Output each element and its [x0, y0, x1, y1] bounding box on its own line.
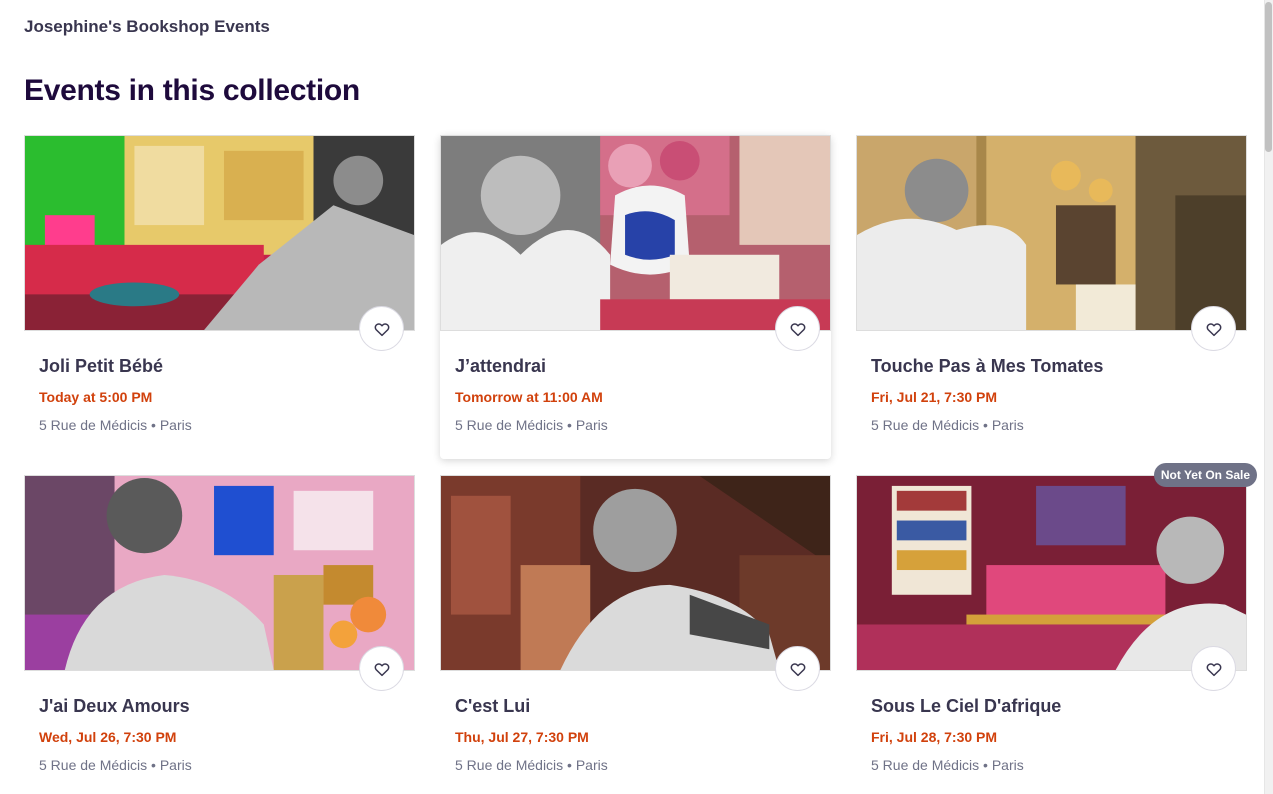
- favorite-button[interactable]: [359, 646, 404, 691]
- favorite-button[interactable]: [775, 306, 820, 351]
- heart-outline-icon: [1206, 662, 1221, 676]
- event-card[interactable]: J'ai Deux Amours Wed, Jul 26, 7:30 PM 5 …: [24, 475, 415, 794]
- event-title[interactable]: Touche Pas à Mes Tomates: [871, 356, 1103, 377]
- event-date: Fri, Jul 28, 7:30 PM: [871, 729, 998, 745]
- heart-outline-icon: [790, 322, 805, 336]
- event-date: Wed, Jul 26, 7:30 PM: [39, 729, 177, 745]
- event-card[interactable]: Not Yet On Sale Sous Le Ciel D'afrique F…: [856, 463, 1257, 794]
- event-date: Today at 5:00 PM: [39, 389, 153, 405]
- event-venue: 5 Rue de Médicis • Paris: [455, 757, 608, 773]
- event-image[interactable]: [856, 135, 1247, 331]
- favorite-button[interactable]: [359, 306, 404, 351]
- heart-outline-icon: [1206, 322, 1221, 336]
- heart-outline-icon: [374, 662, 389, 676]
- event-title[interactable]: Joli Petit Bébé: [39, 356, 163, 377]
- event-venue: 5 Rue de Médicis • Paris: [455, 417, 608, 433]
- favorite-button[interactable]: [1191, 646, 1236, 691]
- event-date: Fri, Jul 21, 7:30 PM: [871, 389, 998, 405]
- collection-heading: Events in this collection: [24, 74, 360, 107]
- event-card[interactable]: Touche Pas à Mes Tomates Fri, Jul 21, 7:…: [856, 135, 1247, 459]
- heart-outline-icon: [374, 322, 389, 336]
- event-image[interactable]: [24, 475, 415, 671]
- event-image[interactable]: [440, 135, 831, 331]
- event-venue: 5 Rue de Médicis • Paris: [871, 417, 1024, 433]
- event-venue: 5 Rue de Médicis • Paris: [39, 757, 192, 773]
- vertical-scrollbar[interactable]: [1264, 0, 1273, 794]
- heart-outline-icon: [790, 662, 805, 676]
- favorite-button[interactable]: [1191, 306, 1236, 351]
- event-title[interactable]: J’attendrai: [455, 356, 546, 377]
- event-date: Thu, Jul 27, 7:30 PM: [455, 729, 589, 745]
- favorite-button[interactable]: [775, 646, 820, 691]
- event-title[interactable]: J'ai Deux Amours: [39, 696, 190, 717]
- event-image[interactable]: [440, 475, 831, 671]
- organizer-name[interactable]: Josephine's Bookshop Events: [24, 17, 270, 37]
- event-card[interactable]: C'est Lui Thu, Jul 27, 7:30 PM 5 Rue de …: [440, 475, 831, 794]
- scrollbar-thumb[interactable]: [1265, 2, 1272, 152]
- event-image[interactable]: [856, 475, 1247, 671]
- event-date: Tomorrow at 11:00 AM: [455, 389, 603, 405]
- event-image[interactable]: [24, 135, 415, 331]
- event-card[interactable]: J’attendrai Tomorrow at 11:00 AM 5 Rue d…: [440, 135, 831, 459]
- event-venue: 5 Rue de Médicis • Paris: [871, 757, 1024, 773]
- event-title[interactable]: C'est Lui: [455, 696, 530, 717]
- event-venue: 5 Rue de Médicis • Paris: [39, 417, 192, 433]
- not-on-sale-badge: Not Yet On Sale: [1153, 463, 1257, 487]
- event-title[interactable]: Sous Le Ciel D'afrique: [871, 696, 1061, 717]
- event-card[interactable]: Joli Petit Bébé Today at 5:00 PM 5 Rue d…: [24, 135, 415, 459]
